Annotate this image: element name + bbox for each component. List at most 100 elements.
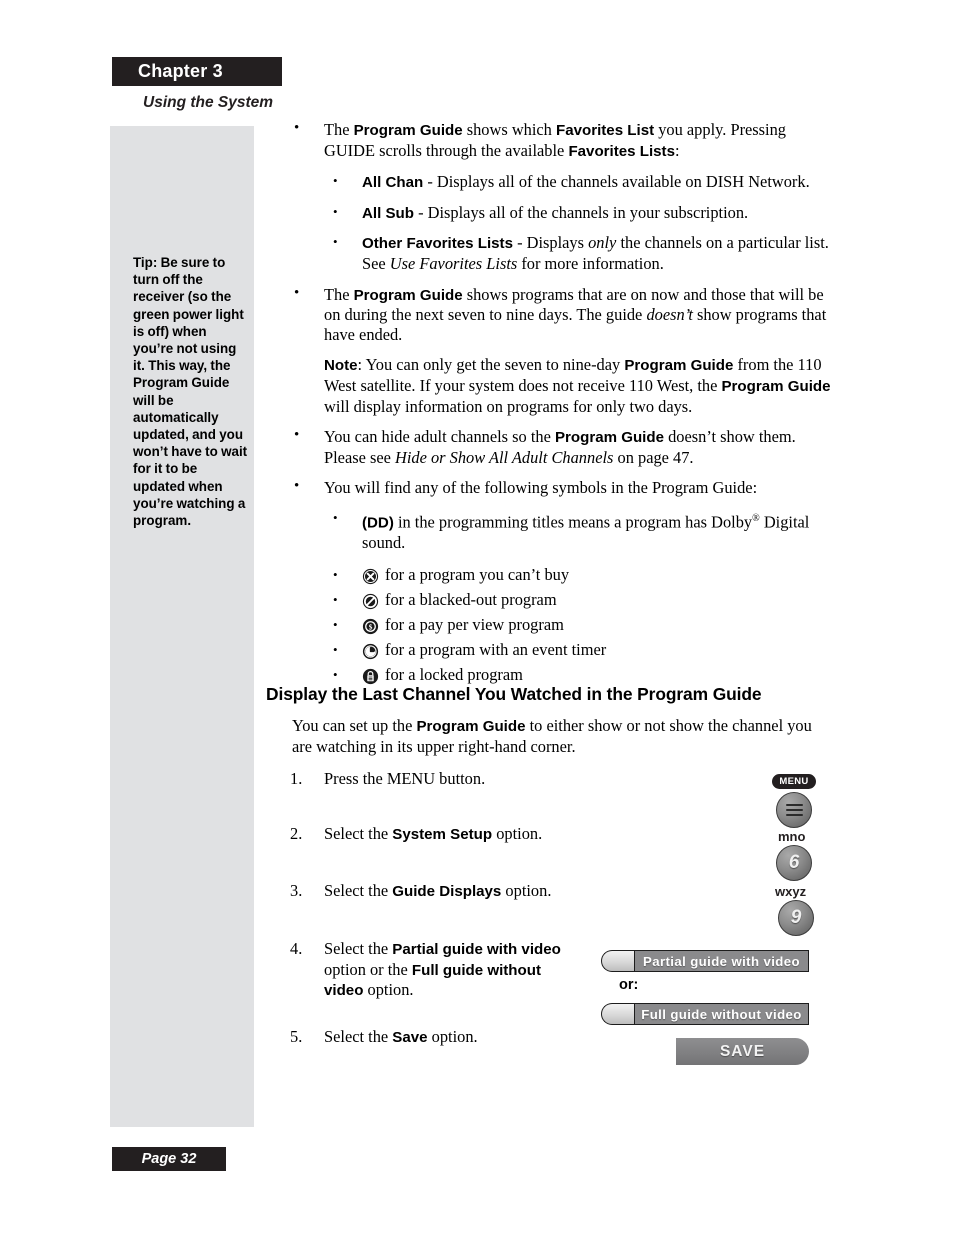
- text-symbols-intro: You will find any of the following symbo…: [324, 478, 758, 498]
- step-2-wrap: 2. Select the System Setup option.: [290, 824, 590, 845]
- bullet-glyph: •: [333, 616, 338, 632]
- bullet-hide-adult-channels: • You can hide adult channels so the Pro…: [286, 427, 831, 467]
- symbol-label: for a locked program: [385, 665, 523, 685]
- note-text-b2: Program Guide: [721, 377, 831, 395]
- bullet-glyph: •: [333, 641, 338, 657]
- step-number: 5.: [290, 1027, 303, 1046]
- remote-menu-label-pill: MENU: [772, 774, 816, 789]
- text-adult-3: on page 47.: [613, 447, 694, 467]
- hamburger-icon: [785, 803, 803, 817]
- desc-all-chan: - Displays all of the channels available…: [423, 172, 810, 192]
- bullet-list-level2-symbols: • (DD) in the programming titles means a…: [324, 509, 831, 553]
- bullet-favorites-lists: • The Program Guide shows which Favorite…: [286, 120, 831, 274]
- italic-only: only: [588, 233, 617, 253]
- or-label: or:: [619, 977, 639, 993]
- remote-menu-label: MENU: [779, 776, 809, 787]
- circle-clock-icon: [362, 643, 379, 660]
- text-days-b1: Program Guide: [353, 286, 463, 304]
- padlock-icon: [362, 668, 379, 685]
- symbol-label: for a program you can’t buy: [385, 565, 570, 585]
- step-number: 2.: [290, 824, 303, 843]
- step-2: 2. Select the System Setup option.: [290, 824, 590, 845]
- symbol-row-cant-buy: • for a program you can’t buy: [324, 563, 831, 588]
- symbol-row-event-timer: • for a program with an event timer: [324, 638, 831, 663]
- step-4-text-1: Select the: [324, 939, 393, 958]
- sidebar-tip-text: Tip: Be sure to turn off the receiver (s…: [133, 255, 248, 529]
- step-2-text-1: Select the: [324, 824, 393, 843]
- bullet-symbols-intro: • You will find any of the following sym…: [286, 478, 831, 687]
- section-intro-b1: Program Guide: [416, 718, 526, 735]
- text-favorites-intro-1: The: [324, 120, 354, 139]
- remote-key6-letters: mno: [778, 829, 806, 844]
- text-favorites-intro-b1: Program Guide: [353, 122, 463, 139]
- desc-other-favorites-1: - Displays: [512, 233, 589, 253]
- symbol-label: for a program with an event timer: [385, 640, 607, 660]
- step-4-option-1: Partial guide with video: [392, 941, 561, 958]
- note-text-3: will display information on programs for…: [324, 396, 693, 416]
- remote-key-9-digit: 9: [790, 907, 802, 928]
- remote-key-6-button[interactable]: 6: [776, 845, 812, 881]
- term-all-chan: All Chan: [362, 174, 424, 192]
- term-all-sub: All Sub: [362, 204, 414, 222]
- symbol-row-blacked-out: • for a blacked-out program: [324, 588, 831, 613]
- step-2-option: System Setup: [392, 826, 493, 843]
- step-5-text-2: option.: [427, 1027, 478, 1046]
- bullet-all-chan: • All Chan - Displays all of the channel…: [324, 172, 831, 193]
- option-cap-icon: [601, 950, 634, 972]
- bullet-list-level1: • The Program Guide shows which Favorite…: [286, 120, 831, 688]
- desc-dd-1: in the programming titles means a progra…: [393, 512, 753, 532]
- symbol-label: for a pay per view program: [385, 615, 564, 635]
- text-favorites-intro-4: :: [674, 140, 680, 160]
- bullet-dolby-digital: • (DD) in the programming titles means a…: [324, 509, 831, 553]
- page-number-label: Page 32: [141, 1151, 197, 1167]
- remote-key-9-button[interactable]: 9: [778, 900, 814, 936]
- option-partial-guide-with-video[interactable]: Partial guide with video: [601, 950, 809, 972]
- circle-x-icon: [362, 568, 379, 585]
- main-content: • The Program Guide shows which Favorite…: [286, 120, 831, 699]
- page-number-tab: Page 32: [112, 1147, 226, 1171]
- bullet-all-sub: • All Sub - Displays all of the channels…: [324, 203, 831, 224]
- step-5-wrap: 5. Select the Save option.: [290, 1027, 590, 1048]
- term-dd: (DD): [362, 514, 394, 532]
- step-4-wrap: 4. Select the Partial guide with video o…: [290, 939, 580, 1001]
- section-intro-paragraph: You can set up the Program Guide to eith…: [292, 716, 817, 756]
- italic-hide-or-show: Hide or Show All Adult Channels: [395, 447, 614, 467]
- chapter-tab-label: Chapter 3: [138, 61, 223, 81]
- step-number: 3.: [290, 881, 303, 900]
- note-text-1: : You can only get the seven to nine-day: [357, 355, 625, 375]
- remote-key9-letters: wxyz: [775, 884, 807, 899]
- bullet-glyph: •: [333, 666, 338, 682]
- option-full-label: Full guide without video: [641, 1006, 802, 1022]
- remote-menu-button[interactable]: [776, 792, 812, 828]
- desc-other-favorites-3: for more information.: [517, 253, 664, 273]
- option-body: Partial guide with video: [634, 950, 809, 972]
- step-2-text-2: option.: [492, 824, 543, 843]
- step-5: 5. Select the Save option.: [290, 1027, 590, 1048]
- section-heading: Display the Last Channel You Watched in …: [266, 684, 762, 704]
- bullet-glyph: •: [333, 509, 338, 525]
- term-other-favorites: Other Favorites Lists: [362, 235, 513, 253]
- italic-use-favorites-lists: Use Favorites Lists: [389, 253, 518, 273]
- save-button[interactable]: SAVE: [676, 1038, 809, 1065]
- bullet-glyph: •: [294, 478, 300, 495]
- bullet-glyph: •: [333, 203, 338, 219]
- text-favorites-intro-2: shows which: [462, 120, 556, 139]
- bullet-glyph: •: [333, 173, 338, 189]
- desc-all-sub: - Displays all of the channels in your s…: [414, 202, 749, 222]
- option-full-guide-without-video[interactable]: Full guide without video: [601, 1003, 809, 1025]
- circle-dollar-icon: $: [362, 618, 379, 635]
- step-1: 1. Press the MENU button.: [290, 769, 590, 789]
- step-4-text-2: option or the: [324, 959, 412, 979]
- sidebar-tip-box: Tip: Be sure to turn off the receiver (s…: [110, 126, 254, 1127]
- note-text-b1: Program Guide: [624, 357, 734, 375]
- bullet-glyph: •: [333, 566, 338, 582]
- bullet-glyph: •: [333, 234, 338, 250]
- symbol-rows: • for a program you can’t buy • for a bl…: [324, 563, 831, 688]
- note-paragraph: Note: You can only get the seven to nine…: [324, 355, 831, 416]
- chapter-tab: Chapter 3: [112, 57, 282, 86]
- step-4-text-3: option.: [363, 980, 414, 1000]
- bullet-glyph: •: [294, 427, 300, 444]
- step-5-option: Save: [392, 1029, 428, 1046]
- symbol-label: for a blacked-out program: [385, 590, 557, 610]
- text-adult-b1: Program Guide: [554, 429, 664, 447]
